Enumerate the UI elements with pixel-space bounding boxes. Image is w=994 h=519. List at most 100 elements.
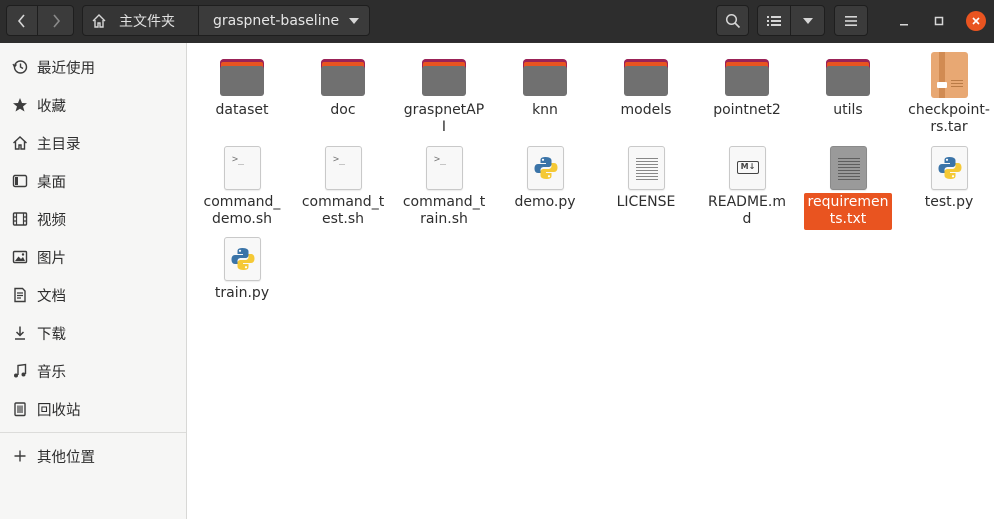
file-item-python[interactable]: demo.py	[500, 143, 590, 213]
file-name: checkpoint-rs.tar	[908, 102, 990, 135]
terminal-script-icon: >_	[218, 143, 266, 191]
markdown-file-icon: M↓	[723, 143, 771, 191]
file-item-text[interactable]: LICENSE	[601, 143, 691, 213]
file-name: command_train.sh	[402, 194, 486, 227]
view-options-button[interactable]	[791, 5, 825, 36]
file-grid: dataset doc graspnetAPI knn models point…	[188, 43, 994, 519]
text-file-icon	[824, 143, 872, 191]
sidebar-item-music[interactable]: 音乐	[0, 352, 186, 390]
file-item-shell-script[interactable]: >_ command_test.sh	[298, 143, 388, 230]
sidebar-item-label: 桌面	[37, 174, 66, 191]
file-name: utils	[833, 102, 863, 118]
file-name: test.py	[924, 194, 974, 210]
file-item-markdown[interactable]: M↓ README.md	[702, 143, 792, 230]
sidebar-item-label: 主目录	[37, 136, 81, 153]
sidebar-item-label: 文档	[37, 288, 66, 305]
sidebar-item-documents[interactable]: 文档	[0, 276, 186, 314]
file-name: command_demo.sh	[203, 194, 281, 227]
document-icon	[11, 286, 29, 304]
file-item-shell-script[interactable]: >_ command_demo.sh	[197, 143, 287, 230]
path-bar-home[interactable]: 主文件夹	[82, 5, 199, 36]
search-button[interactable]	[716, 5, 749, 36]
header-bar: 主文件夹 graspnet-baseline	[0, 0, 994, 43]
file-name: dataset	[215, 102, 269, 118]
file-item-folder[interactable]: dataset	[197, 51, 287, 121]
terminal-script-icon: >_	[420, 143, 468, 191]
star-icon	[11, 96, 29, 114]
file-name: requirements.txt	[804, 193, 892, 230]
file-item-shell-script[interactable]: >_ command_train.sh	[399, 143, 489, 230]
minimize-button[interactable]	[894, 11, 914, 31]
sidebar-item-label: 其他位置	[37, 449, 95, 466]
sidebar-item-home[interactable]: 主目录	[0, 124, 186, 162]
folder-icon	[521, 51, 569, 99]
sidebar-separator	[0, 432, 186, 433]
sidebar-item-label: 收藏	[37, 98, 66, 115]
text-file-icon	[622, 143, 670, 191]
file-item-folder[interactable]: pointnet2	[702, 51, 792, 121]
close-button[interactable]	[966, 11, 986, 31]
chevron-left-icon	[17, 13, 25, 28]
file-item-folder[interactable]: models	[601, 51, 691, 121]
home-icon	[11, 134, 29, 152]
maximize-button[interactable]	[929, 11, 949, 31]
sidebar-item-label: 视频	[37, 212, 66, 229]
file-name: train.py	[214, 285, 270, 301]
path-bar-home-label: 主文件夹	[119, 13, 175, 30]
picture-icon	[11, 248, 29, 266]
folder-icon	[319, 51, 367, 99]
file-name: README.md	[708, 194, 786, 227]
path-bar-current-label: graspnet-baseline	[213, 12, 340, 29]
sidebar-item-videos[interactable]: 视频	[0, 200, 186, 238]
folder-icon	[824, 51, 872, 99]
list-icon	[767, 15, 781, 26]
chevron-right-icon	[52, 13, 60, 28]
file-name: graspnetAPI	[403, 102, 485, 135]
sidebar-item-other-locations[interactable]: 其他位置	[0, 437, 186, 475]
file-name: LICENSE	[616, 194, 676, 210]
minimize-icon	[900, 24, 908, 26]
file-item-archive[interactable]: checkpoint-rs.tar	[904, 51, 994, 138]
sidebar-item-downloads[interactable]: 下载	[0, 314, 186, 352]
video-icon	[11, 210, 29, 228]
sidebar-item-label: 下载	[37, 326, 66, 343]
file-name: doc	[330, 102, 356, 118]
file-item-folder[interactable]: graspnetAPI	[399, 51, 489, 138]
search-icon	[725, 13, 740, 28]
back-button[interactable]	[6, 5, 38, 36]
file-item-folder[interactable]: doc	[298, 51, 388, 121]
sidebar-item-pictures[interactable]: 图片	[0, 238, 186, 276]
python-file-icon	[925, 143, 973, 191]
forward-button[interactable]	[38, 5, 74, 36]
file-name: pointnet2	[713, 102, 781, 118]
file-item-python[interactable]: train.py	[197, 234, 287, 304]
sidebar-item-desktop[interactable]: 桌面	[0, 162, 186, 200]
terminal-script-icon: >_	[319, 143, 367, 191]
sidebar-item-starred[interactable]: 收藏	[0, 86, 186, 124]
home-icon	[92, 13, 106, 28]
sidebar-item-trash[interactable]: 回收站	[0, 390, 186, 428]
file-item-folder[interactable]: utils	[803, 51, 893, 121]
sidebar-item-recent[interactable]: 最近使用	[0, 48, 186, 86]
file-item-folder[interactable]: knn	[500, 51, 590, 121]
folder-icon	[723, 51, 771, 99]
music-icon	[11, 362, 29, 380]
trash-icon	[11, 400, 29, 418]
file-name: models	[620, 102, 672, 118]
menu-button[interactable]	[834, 5, 868, 36]
close-icon	[972, 17, 980, 25]
archive-icon	[925, 51, 973, 99]
path-bar-current[interactable]: graspnet-baseline	[198, 5, 370, 36]
desktop-icon	[11, 172, 29, 190]
download-icon	[11, 324, 29, 342]
list-view-button[interactable]	[757, 5, 791, 36]
sidebar-item-label: 最近使用	[37, 60, 95, 77]
file-item-text-selected[interactable]: requirements.txt	[803, 143, 893, 230]
folder-icon	[420, 51, 468, 99]
file-item-python[interactable]: test.py	[904, 143, 994, 213]
file-name: command_test.sh	[301, 194, 385, 227]
sidebar: 最近使用 收藏 主目录 桌面 视频 图片 文档 下载 音乐 回收站 其他位置	[0, 43, 187, 519]
maximize-icon	[934, 16, 944, 26]
folder-icon	[218, 51, 266, 99]
clock-icon	[11, 58, 29, 76]
